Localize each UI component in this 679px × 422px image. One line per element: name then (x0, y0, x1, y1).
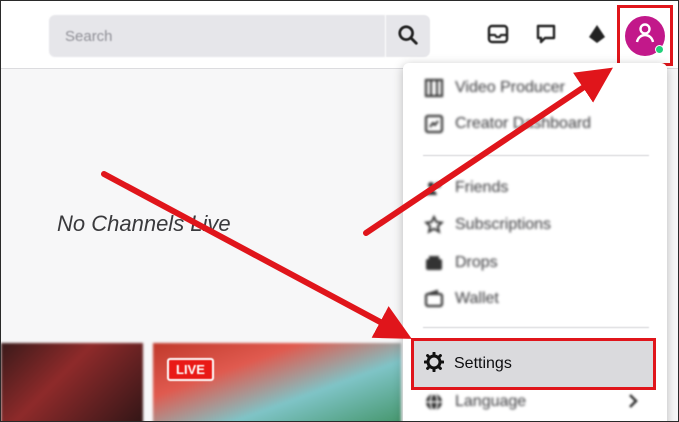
chevron-right-icon (627, 393, 639, 414)
bits-button[interactable] (584, 23, 610, 49)
wallet-icon (423, 288, 445, 310)
top-nav-bar (1, 1, 678, 69)
whispers-icon (535, 23, 557, 50)
inbox-icon (487, 24, 509, 49)
stream-thumbnail[interactable] (1, 343, 143, 421)
live-badge: LIVE (167, 358, 214, 381)
user-menu-highlight (617, 5, 673, 66)
inbox-button[interactable] (485, 23, 511, 49)
star-icon (423, 214, 445, 236)
screenshot-frame: No Channels Live LIVE Video Producer Cre… (0, 0, 679, 422)
online-status-dot (655, 44, 664, 54)
whispers-button[interactable] (533, 23, 559, 49)
menu-item-creator-dashboard[interactable]: Creator Dashboard (423, 109, 591, 139)
search-button[interactable] (386, 15, 430, 57)
menu-item-wallet[interactable]: Wallet (423, 284, 499, 314)
menu-divider (423, 327, 649, 328)
menu-item-label: Subscriptions (455, 216, 552, 233)
menu-item-label: Wallet (455, 290, 499, 307)
globe-icon (423, 391, 445, 413)
user-icon (633, 21, 657, 50)
drops-icon (423, 252, 445, 274)
menu-item-drops[interactable]: Drops (423, 248, 498, 278)
menu-item-video-producer[interactable]: Video Producer (423, 73, 565, 103)
dashboard-icon (423, 113, 445, 135)
menu-item-language[interactable]: Language (423, 387, 526, 417)
menu-item-settings[interactable]: Settings (411, 338, 656, 390)
menu-item-label: Drops (455, 254, 498, 271)
menu-item-friends[interactable]: Friends (423, 173, 508, 203)
menu-item-label: Language (455, 393, 527, 410)
avatar[interactable] (625, 15, 665, 56)
menu-divider (423, 155, 649, 156)
menu-item-label: Creator Dashboard (455, 115, 592, 132)
stream-thumbnail[interactable] (153, 343, 401, 421)
menu-item-label: Video Producer (455, 79, 565, 96)
gear-icon (423, 351, 445, 377)
search-icon (397, 24, 419, 49)
search-input[interactable] (49, 15, 385, 57)
menu-item-subscriptions[interactable]: Subscriptions (423, 210, 551, 240)
menu-item-label: Friends (455, 179, 509, 196)
friends-icon (423, 177, 445, 199)
film-icon (423, 77, 445, 99)
arrow-to-settings (101, 171, 412, 339)
empty-state-message: No Channels Live (57, 211, 231, 236)
menu-item-label: Settings (454, 355, 512, 372)
bits-icon (587, 23, 607, 50)
